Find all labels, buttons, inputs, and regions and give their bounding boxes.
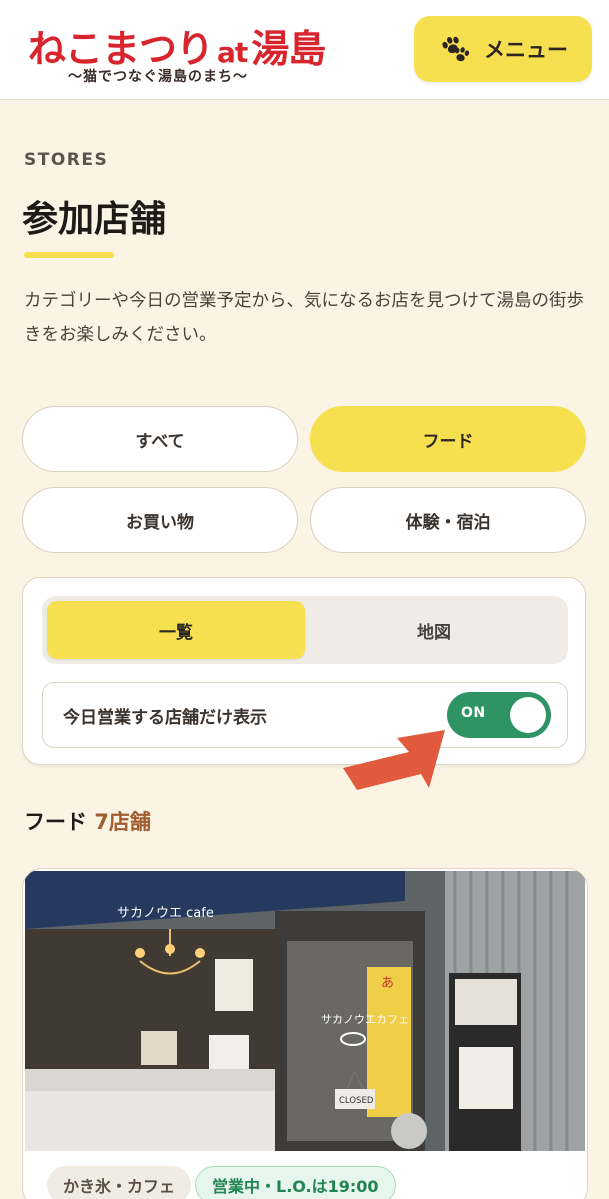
menu-button-label: メニュー [484, 38, 568, 62]
awning-sign: サカノウエ cafe [117, 906, 214, 921]
results-count: 7店舗 [94, 810, 151, 834]
page-intro: カテゴリーや今日の営業予定から、気になるお店を見つけて湯島の街歩きをお楽しみくだ… [24, 291, 584, 345]
menu-button[interactable]: メニュー [414, 16, 592, 82]
section-eyebrow: STORES [24, 150, 109, 170]
logo-subtitle: 〜猫でつなぐ湯島のまち〜 [68, 69, 248, 85]
store-card[interactable]: サカノウエ cafe あ サカノウエカフェ CLOSED かき氷・カフェ 営業中… [22, 868, 588, 1199]
closed-sign: CLOSED [339, 1096, 374, 1106]
page-title: 参加店舗 [22, 199, 167, 240]
site-header: ねこまつり at 湯島 〜猫でつなぐ湯島のまち〜 メニュー [0, 0, 609, 100]
category-chip-all[interactable]: すべて [22, 406, 298, 472]
view-tab-map[interactable]: 地図 [305, 601, 563, 659]
view-segmented-control: 一覧 地図 [42, 596, 568, 664]
results-heading: フード 7店舗 [24, 806, 151, 836]
window-logo: サカノウエカフェ [321, 1013, 409, 1026]
open-today-toggle[interactable]: ON [447, 692, 551, 738]
logo-title: ねこまつり at 湯島 [28, 18, 326, 73]
pointer-arrow-icon [343, 730, 445, 790]
svg-text:あ: あ [381, 976, 394, 991]
store-status-badge: 営業中・L.O.は19:00 [195, 1166, 396, 1199]
logo-title-post: 湯島 [251, 27, 326, 71]
title-underline [24, 252, 114, 258]
view-tab-list[interactable]: 一覧 [47, 601, 305, 659]
logo-title-at: at [217, 36, 248, 69]
category-chip-food[interactable]: フード [310, 406, 586, 472]
logo-title-pre: ねこまつり [28, 27, 214, 71]
category-chip-shopping[interactable]: お買い物 [22, 487, 298, 553]
paw-icon [442, 36, 470, 62]
store-photo: サカノウエ cafe あ サカノウエカフェ CLOSED [25, 871, 585, 1151]
store-category-tag: かき氷・カフェ [47, 1166, 192, 1199]
category-chip-experience-stay[interactable]: 体験・宿泊 [310, 487, 586, 553]
toggle-state-text: ON [461, 705, 486, 721]
site-logo[interactable]: ねこまつり at 湯島 〜猫でつなぐ湯島のまち〜 [28, 18, 338, 88]
open-today-filter[interactable]: 今日営業する店舗だけ表示 ON [42, 682, 568, 748]
toggle-knob [510, 697, 546, 733]
results-category: フード [24, 810, 87, 834]
open-today-filter-label: 今日営業する店舗だけ表示 [63, 708, 267, 728]
